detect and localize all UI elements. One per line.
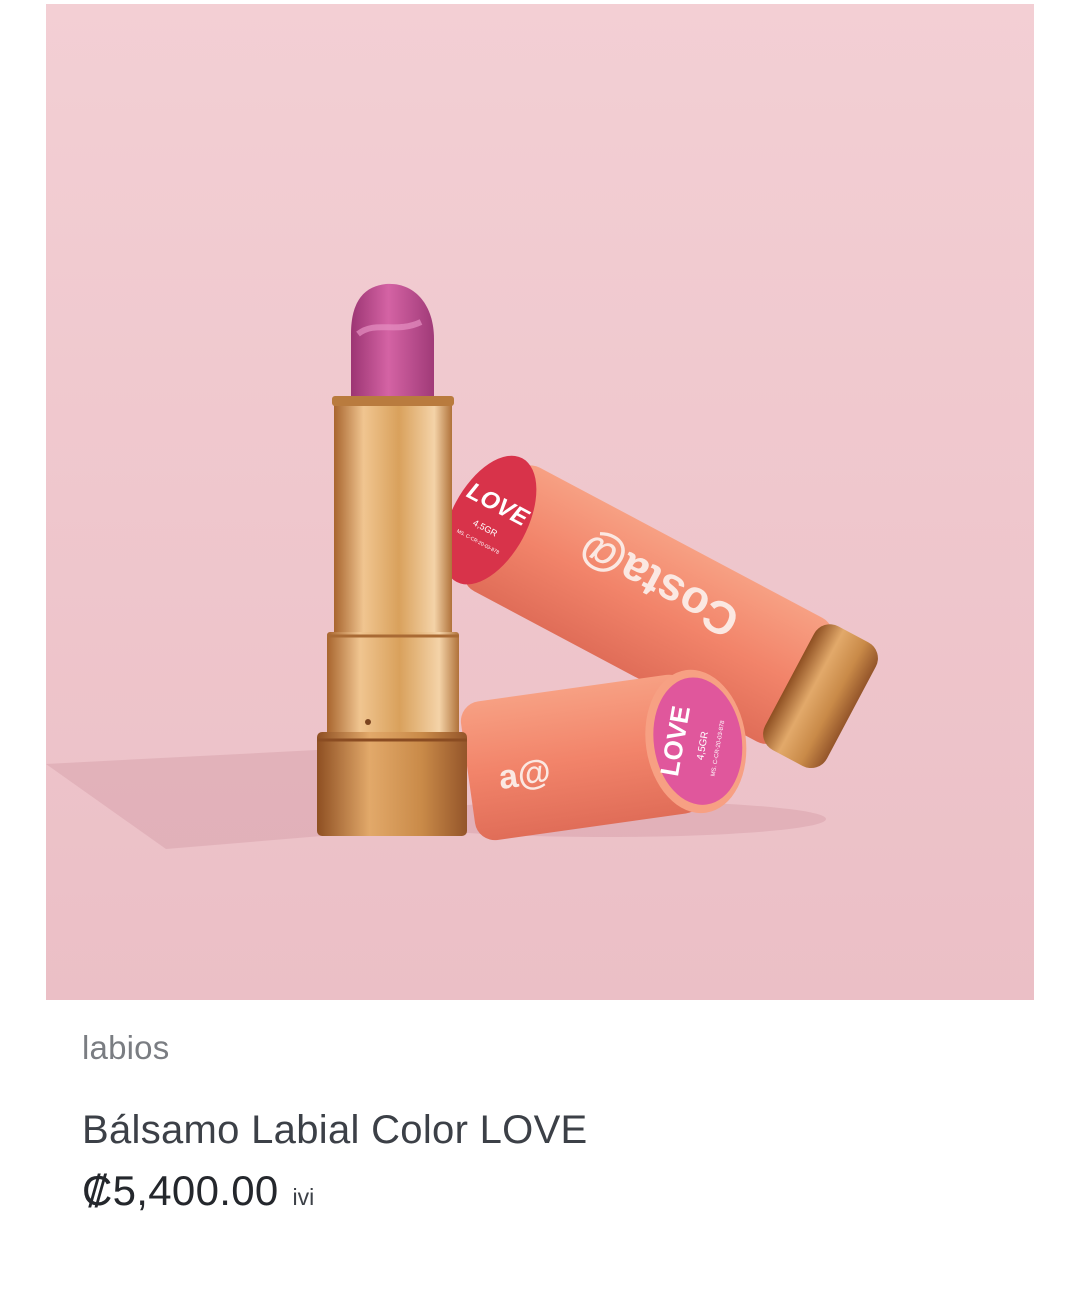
product-price: ₡5,400.00 [82,1167,279,1214]
tax-label: ivi [292,1184,315,1210]
product-category[interactable]: labios [82,1028,169,1068]
price-row: ₡5,400.00 ivi [82,1166,314,1216]
lipstick-photo: LOVE 4,5GR MS. C-CR-20-03-878 Costa@ LOV… [46,4,1034,1000]
product-image[interactable]: LOVE 4,5GR MS. C-CR-20-03-878 Costa@ LOV… [46,4,1034,1000]
svg-text:a@: a@ [496,752,553,797]
product-title[interactable]: Bálsamo Labial Color LOVE [82,1106,588,1154]
product-card[interactable]: LOVE 4,5GR MS. C-CR-20-03-878 Costa@ LOV… [0,0,1080,1304]
